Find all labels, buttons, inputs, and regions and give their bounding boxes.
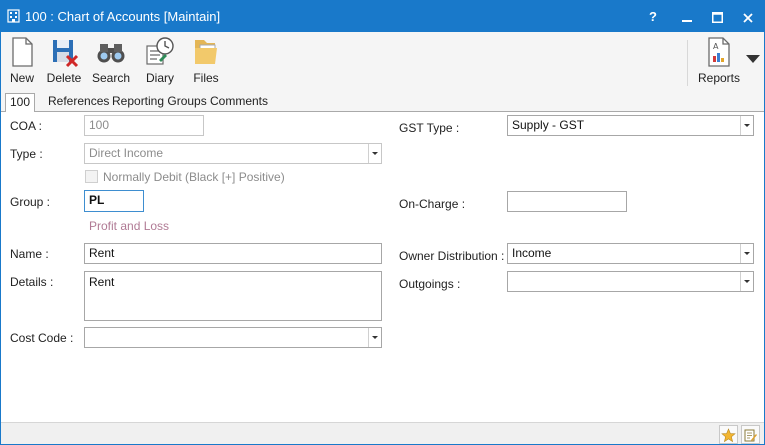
notes-button[interactable] [741,425,760,444]
tab-strip: 100 References Reporting Groups Comments [1,90,764,113]
search-label: Search [91,71,131,85]
diary-button[interactable]: Diary [143,36,177,88]
diary-clock-icon [146,37,174,65]
normally-debit-checkbox[interactable] [85,170,98,183]
delete-button[interactable]: Delete [45,36,83,88]
title-bar: 100 : Chart of Accounts [Maintain] ? [1,1,764,32]
chart-of-accounts-window: 100 : Chart of Accounts [Maintain] ? New [0,0,765,445]
chevron-down-icon [740,272,753,291]
maximize-button[interactable] [701,1,733,32]
owner-distribution-select[interactable]: Income [507,243,754,264]
chevron-down-icon [368,328,381,347]
new-label: New [9,71,34,85]
close-button[interactable] [732,1,764,32]
ribbon-toolbar: New Delete Search Diary Files A Reports [1,32,764,90]
close-icon [743,12,753,23]
gst-type-label: GST Type : [399,121,460,135]
diary-label: Diary [145,71,174,85]
report-chart-icon: A [708,37,730,67]
new-button[interactable]: New [5,36,39,88]
cost-code-label: Cost Code : [10,331,74,345]
reports-label: Reports [697,71,741,85]
ribbon-expand-icon[interactable] [746,55,760,63]
tab-comments[interactable]: Comments [206,93,272,112]
gst-type-value: Supply - GST [512,118,585,132]
normally-debit-label: Normally Debit (Black [+] Positive) [103,170,285,184]
svg-text:A: A [713,42,719,51]
outgoings-select[interactable] [507,271,754,292]
tab-reporting-groups[interactable]: Reporting Groups [108,93,211,112]
type-value: Direct Income [89,146,164,160]
gst-type-select[interactable]: Supply - GST [507,115,754,136]
name-label: Name : [10,247,49,261]
chevron-down-icon [368,144,381,163]
reports-button[interactable]: A Reports [695,36,743,88]
type-label: Type : [10,147,43,161]
building-icon [7,9,20,23]
minimize-icon [682,19,692,22]
group-description: Profit and Loss [89,219,170,233]
edit-note-icon [744,429,757,442]
name-field[interactable]: Rent [84,243,382,264]
files-button[interactable]: Files [189,36,223,88]
toolbar-separator [687,40,688,86]
coa-label: COA : [10,119,43,133]
help-button[interactable]: ? [637,1,669,32]
delete-label: Delete [46,71,82,85]
window-title: 100 : Chart of Accounts [Maintain] [25,9,221,24]
type-select[interactable]: Direct Income [84,143,382,164]
folder-icon [195,40,217,64]
new-document-icon [12,37,33,67]
on-charge-field[interactable] [507,191,627,212]
status-bar [1,422,764,444]
outgoings-label: Outgoings : [399,277,461,291]
delete-save-icon [53,40,79,68]
owner-distribution-value: Income [512,246,552,260]
on-charge-label: On-Charge : [399,197,466,211]
cost-code-select[interactable] [84,327,382,348]
chevron-down-icon [740,244,753,263]
tab-references[interactable]: References [44,93,113,112]
binoculars-icon [97,44,125,63]
group-field[interactable]: PL [84,190,144,212]
chevron-down-icon [740,116,753,135]
group-label: Group : [10,195,51,209]
owner-distribution-label: Owner Distribution : [399,249,505,263]
details-label: Details : [10,275,54,289]
details-textarea[interactable]: Rent [84,271,382,321]
files-label: Files [193,71,219,85]
favourite-button[interactable] [719,425,738,444]
coa-field[interactable]: 100 [84,115,204,136]
minimize-button[interactable] [671,1,703,32]
maximize-icon [711,12,723,24]
account-form: COA : 100 Type : Direct Income Normally … [1,112,764,422]
tab-100[interactable]: 100 [5,93,36,113]
search-button[interactable]: Search [91,36,131,88]
star-icon [721,428,736,443]
